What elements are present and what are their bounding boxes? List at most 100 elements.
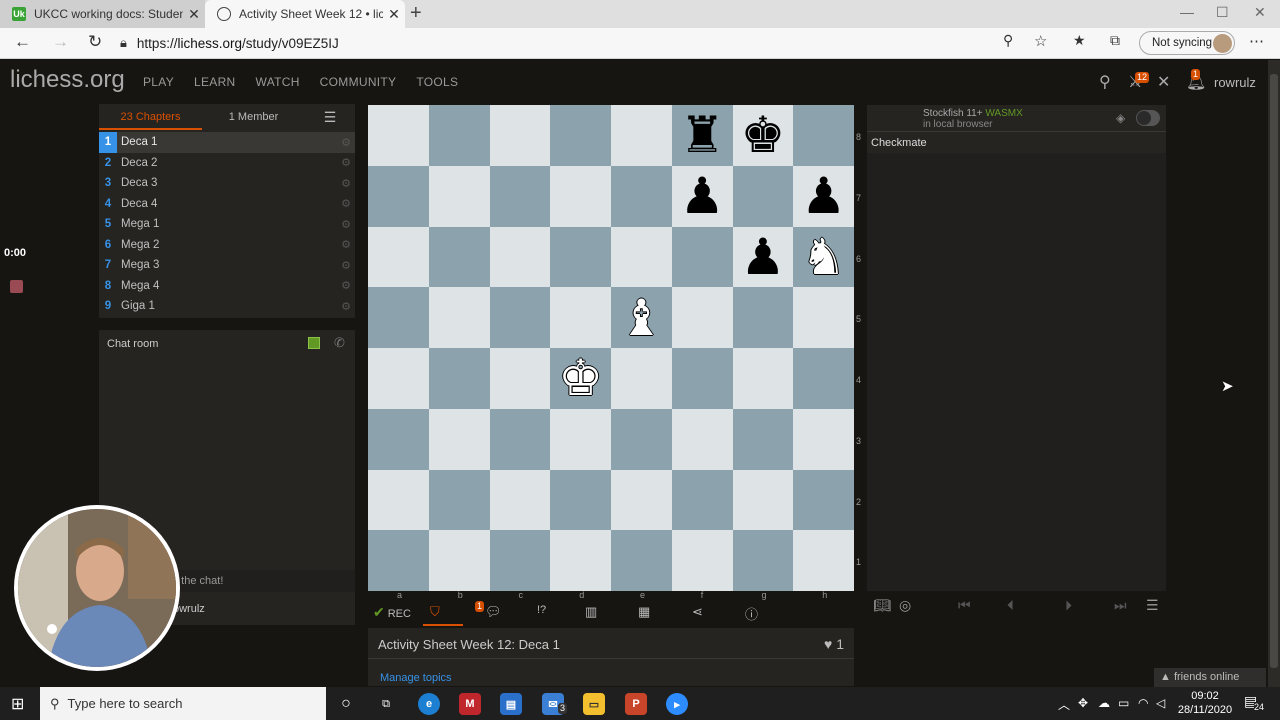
manage-topics-link[interactable]: Manage topics [380,672,452,684]
chapter-item[interactable]: 6 Mega 2 ⚙ [99,235,355,256]
square-b8[interactable] [428,105,490,166]
square-c5[interactable] [489,287,551,348]
taskbar-search[interactable]: ⚲ Type here to search [40,687,326,720]
first-move-icon[interactable]: ⏮ [958,597,971,614]
close-tab-icon[interactable]: ✕ [383,6,405,23]
square-b4[interactable] [428,348,490,409]
square-f3[interactable] [671,408,733,470]
square-g4[interactable] [732,348,794,409]
black-rook-piece[interactable]: ♜ [680,110,725,160]
file-explorer-icon[interactable]: ▭ [583,693,605,715]
white-king-piece[interactable]: ♚ [558,353,603,403]
square-e5[interactable]: ♝ [611,287,672,348]
white-knight-piece[interactable]: ♞ [801,232,846,282]
menu-icon[interactable]: ☰ [1146,597,1159,614]
grid-icon[interactable]: ▦ [638,604,650,620]
gear-icon[interactable]: ⚙ [341,197,351,210]
browser-tab-lichess[interactable]: Activity Sheet Week 12 • lichess. ✕ [205,0,405,28]
nav-play[interactable]: PLAY [143,75,174,89]
square-b5[interactable] [428,287,490,348]
square-b2[interactable] [428,469,490,531]
last-move-icon[interactable]: ⏭ [1114,597,1127,614]
battery-icon[interactable]: ▭ [1118,696,1129,710]
square-g6[interactable]: ♟ [732,226,794,288]
more-menu-icon[interactable]: ⋯ [1249,32,1264,50]
square-b1[interactable] [428,530,490,591]
square-d3[interactable] [550,408,611,470]
square-b6[interactable] [428,226,490,288]
site-logo[interactable]: lichess.org [10,66,125,94]
black-pawn-piece[interactable]: ♟ [740,232,785,282]
store-icon[interactable]: ▤ [500,693,522,715]
square-a4[interactable] [368,348,429,409]
favorite-star-icon[interactable]: ☆ [1034,32,1047,50]
square-g7[interactable] [732,165,794,227]
square-d6[interactable] [550,226,611,288]
square-f2[interactable] [671,469,733,531]
reload-icon[interactable]: ↻ [88,32,102,52]
cross-swords-icon[interactable]: ✕ [1157,72,1170,92]
previous-move-icon[interactable]: ⏴ [1007,597,1014,614]
square-e2[interactable] [611,469,672,531]
square-a5[interactable] [368,287,429,348]
gear-icon[interactable]: ⚙ [341,136,351,149]
sync-button[interactable]: Not syncing [1139,31,1235,55]
tray-chevron-icon[interactable]: ︿ [1058,696,1070,713]
square-f6[interactable] [671,226,733,288]
wifi-icon[interactable]: ◠ [1138,696,1148,710]
comment-icon[interactable]: 💬︎ [485,604,502,620]
hamburger-menu-icon[interactable]: ☰ [305,104,355,130]
square-h8[interactable] [793,105,854,166]
square-c2[interactable] [489,469,551,531]
square-f8[interactable]: ♜ [671,105,733,166]
gear-icon[interactable]: ⚙ [341,218,351,231]
black-king-piece[interactable]: ♚ [740,110,785,160]
chapter-item[interactable]: 2 Deca 2 ⚙ [99,153,355,174]
square-g1[interactable] [732,530,794,591]
square-a2[interactable] [368,469,429,531]
book-icon[interactable]: 📖︎ [873,597,891,614]
square-h1[interactable] [793,530,854,591]
square-c3[interactable] [489,408,551,470]
chapter-item[interactable]: 3 Deca 3 ⚙ [99,173,355,194]
square-d4[interactable]: ♚ [550,348,611,409]
square-d7[interactable] [550,165,611,227]
like-button[interactable]: ♥ 1 [824,636,844,652]
gear-icon[interactable]: ⚙ [341,300,351,313]
phone-icon[interactable]: ✆ [334,335,345,351]
square-h6[interactable]: ♞ [793,226,854,288]
square-h2[interactable] [793,469,854,531]
powerpoint-icon[interactable]: P [625,693,647,715]
square-g2[interactable] [732,469,794,531]
square-d1[interactable] [550,530,611,591]
onedrive-icon[interactable]: ☁ [1098,696,1110,710]
system-clock[interactable]: 09:02 28/11/2020 [1172,689,1238,717]
info-icon[interactable]: ⓘ [745,604,758,623]
scrollbar-thumb[interactable] [1270,74,1278,668]
square-b7[interactable] [428,165,490,227]
close-tab-icon[interactable]: ✕ [183,6,205,23]
task-view-icon[interactable]: ⧉ [375,693,397,715]
action-center-icon[interactable]: ▤ 24 [1244,693,1265,712]
gear-icon[interactable]: ⚙ [341,259,351,272]
square-b3[interactable] [428,408,490,470]
engine-settings-icon[interactable]: ◈ [1116,111,1125,125]
mcafee-icon[interactable]: M [459,693,481,715]
zoom-app-icon[interactable]: ▸ [666,693,688,715]
dropbox-icon[interactable]: ✥ [1078,696,1088,710]
rec-button[interactable]: ✔ REC [373,604,411,621]
browser-tab-ukcc[interactable]: Uk UKCC working docs: Students - / ✕ [0,0,205,28]
favorites-list-icon[interactable]: ★ [1073,32,1086,49]
square-h7[interactable]: ♟ [793,165,854,227]
square-d8[interactable] [550,105,611,166]
square-c4[interactable] [489,348,551,409]
square-c8[interactable] [489,105,551,166]
username-link[interactable]: rowrulz [1214,75,1256,90]
close-window-icon[interactable]: ✕ [1254,4,1266,21]
black-pawn-piece[interactable]: ♟ [680,171,725,221]
collections-icon[interactable]: ⧉ [1110,32,1120,49]
gear-icon[interactable]: ⚙ [341,177,351,190]
glyph-button[interactable]: !? [537,604,546,616]
engine-toggle[interactable] [1136,110,1160,126]
chapter-item[interactable]: 9 Giga 1 ⚙ [99,296,355,317]
